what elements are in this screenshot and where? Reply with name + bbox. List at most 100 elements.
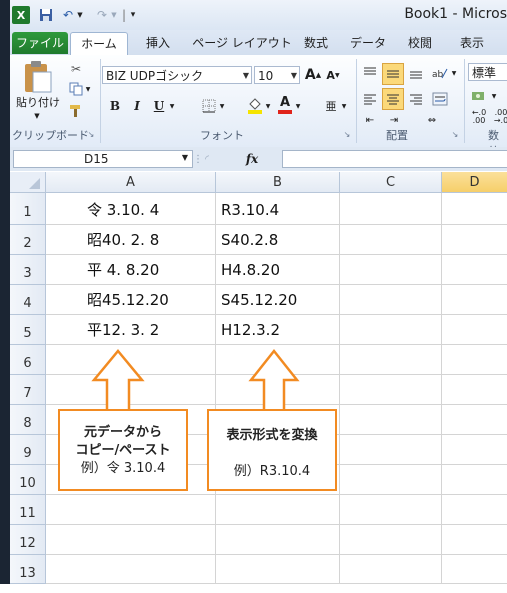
cell-b3[interactable]: H4.8.20 — [216, 255, 340, 285]
copy-dropdown-icon[interactable]: ▼ — [84, 81, 92, 97]
empty-cell[interactable] — [340, 555, 442, 584]
paste-label[interactable]: 貼り付け — [12, 95, 64, 109]
empty-cell[interactable] — [442, 225, 507, 255]
font-name-combo[interactable]: BIZ UDPゴシック ▼ — [102, 66, 252, 84]
row-header-4[interactable]: 4 — [10, 285, 46, 315]
align-right-icon[interactable] — [406, 89, 426, 109]
empty-cell[interactable] — [216, 525, 340, 555]
phonetic-dropdown-icon[interactable]: ▼ — [340, 97, 348, 115]
row-header-7[interactable]: 7 — [10, 375, 46, 405]
empty-cell[interactable] — [340, 285, 442, 315]
copy-icon[interactable] — [68, 81, 84, 97]
orientation-icon[interactable]: ab — [430, 63, 450, 83]
row-header-12[interactable]: 12 — [10, 525, 46, 555]
tab-page-layout[interactable]: ページ レイアウト — [186, 32, 298, 54]
fill-color-icon[interactable] — [246, 95, 264, 115]
column-header-d[interactable]: D — [442, 172, 507, 193]
font-size-dropdown-icon[interactable]: ▼ — [291, 67, 297, 85]
empty-cell[interactable] — [442, 405, 507, 435]
cell-b2[interactable]: S40.2.8 — [216, 225, 340, 255]
empty-cell[interactable] — [340, 375, 442, 405]
save-icon[interactable] — [38, 6, 54, 24]
empty-cell[interactable] — [216, 495, 340, 525]
empty-cell[interactable] — [442, 465, 507, 495]
cell-a5[interactable]: 平12. 3. 2 — [46, 315, 216, 345]
empty-cell[interactable] — [46, 495, 216, 525]
empty-cell[interactable] — [442, 435, 507, 465]
redo-icon[interactable]: ↷ — [94, 6, 110, 24]
row-header-2[interactable]: 2 — [10, 225, 46, 255]
column-header-b[interactable]: B — [216, 172, 340, 193]
empty-cell[interactable] — [340, 345, 442, 375]
underline-dropdown-icon[interactable]: ▼ — [168, 97, 176, 115]
row-header-1[interactable]: 1 — [10, 193, 46, 225]
empty-cell[interactable] — [340, 435, 442, 465]
align-top-icon[interactable] — [360, 63, 380, 83]
empty-cell[interactable] — [442, 525, 507, 555]
decrease-indent-icon[interactable]: ⇤ — [360, 113, 380, 127]
align-left-icon[interactable] — [360, 89, 380, 109]
wrap-text-icon[interactable] — [430, 89, 450, 109]
cell-a4[interactable]: 昭45.12.20 — [46, 285, 216, 315]
font-color-dropdown-icon[interactable]: ▼ — [294, 97, 302, 115]
cell-a2[interactable]: 昭40. 2. 8 — [46, 225, 216, 255]
underline-button[interactable]: U — [150, 97, 168, 115]
cell-b4[interactable]: S45.12.20 — [216, 285, 340, 315]
orientation-dropdown-icon[interactable]: ▼ — [450, 63, 458, 83]
paste-icon[interactable] — [18, 59, 58, 95]
empty-cell[interactable] — [442, 315, 507, 345]
row-header-3[interactable]: 3 — [10, 255, 46, 285]
name-box[interactable]: D15 ▼ — [13, 150, 193, 168]
font-name-dropdown-icon[interactable]: ▼ — [243, 67, 249, 85]
italic-button[interactable]: I — [128, 97, 146, 115]
merge-center-icon[interactable]: ⇔ — [422, 113, 442, 127]
row-header-9[interactable]: 9 — [10, 435, 46, 465]
empty-cell[interactable] — [442, 495, 507, 525]
cell-a1[interactable]: 令 3.10. 4 — [46, 193, 216, 225]
align-middle-icon[interactable] — [382, 63, 404, 85]
excel-app-icon[interactable]: X — [12, 6, 30, 24]
font-color-icon[interactable]: A — [276, 95, 294, 115]
bold-button[interactable]: B — [106, 97, 124, 115]
column-header-a[interactable]: A — [46, 172, 216, 193]
cell-a3[interactable]: 平 4. 8.20 — [46, 255, 216, 285]
tab-insert[interactable]: 挿入 — [138, 32, 178, 54]
phonetic-guide-icon[interactable]: 亜 — [322, 97, 340, 115]
empty-cell[interactable] — [442, 285, 507, 315]
undo-icon[interactable]: ↶ — [60, 6, 76, 24]
number-format-combo[interactable]: 標準 — [468, 63, 507, 81]
cell-b1[interactable]: R3.10.4 — [216, 193, 340, 225]
increase-decimal-icon[interactable]: ←.0.00 — [470, 109, 488, 125]
tab-review[interactable]: 校閲 — [400, 32, 440, 54]
increase-indent-icon[interactable]: ⇥ — [384, 113, 404, 127]
font-size-combo[interactable]: 10 ▼ — [254, 66, 300, 84]
row-header-13[interactable]: 13 — [10, 555, 46, 584]
row-header-11[interactable]: 11 — [10, 495, 46, 525]
shrink-font-icon[interactable]: A ▼ — [324, 66, 342, 84]
fill-color-dropdown-icon[interactable]: ▼ — [264, 97, 272, 115]
format-painter-icon[interactable] — [68, 103, 84, 119]
name-box-dropdown-icon[interactable]: ▼ — [182, 153, 188, 162]
empty-cell[interactable] — [340, 255, 442, 285]
empty-cell[interactable] — [442, 193, 507, 225]
tab-data[interactable]: データ — [344, 32, 392, 54]
cell-b5[interactable]: H12.3.2 — [216, 315, 340, 345]
row-header-8[interactable]: 8 — [10, 405, 46, 435]
empty-cell[interactable] — [442, 555, 507, 584]
borders-icon[interactable] — [200, 97, 218, 115]
empty-cell[interactable] — [340, 225, 442, 255]
redo-dropdown-icon[interactable]: ▼ — [110, 6, 118, 24]
clipboard-launcher-icon[interactable]: ↘ — [86, 129, 96, 139]
alignment-launcher-icon[interactable]: ↘ — [450, 129, 460, 139]
empty-cell[interactable] — [340, 465, 442, 495]
empty-cell[interactable] — [340, 495, 442, 525]
empty-cell[interactable] — [442, 375, 507, 405]
tab-formulas[interactable]: 数式 — [296, 32, 336, 54]
empty-cell[interactable] — [46, 555, 216, 584]
empty-cell[interactable] — [340, 315, 442, 345]
align-bottom-icon[interactable] — [406, 63, 426, 83]
currency-format-icon[interactable] — [470, 87, 488, 105]
insert-function-icon[interactable]: fx — [242, 151, 262, 167]
empty-cell[interactable] — [340, 193, 442, 225]
paste-dropdown-icon[interactable]: ▼ — [32, 111, 42, 121]
